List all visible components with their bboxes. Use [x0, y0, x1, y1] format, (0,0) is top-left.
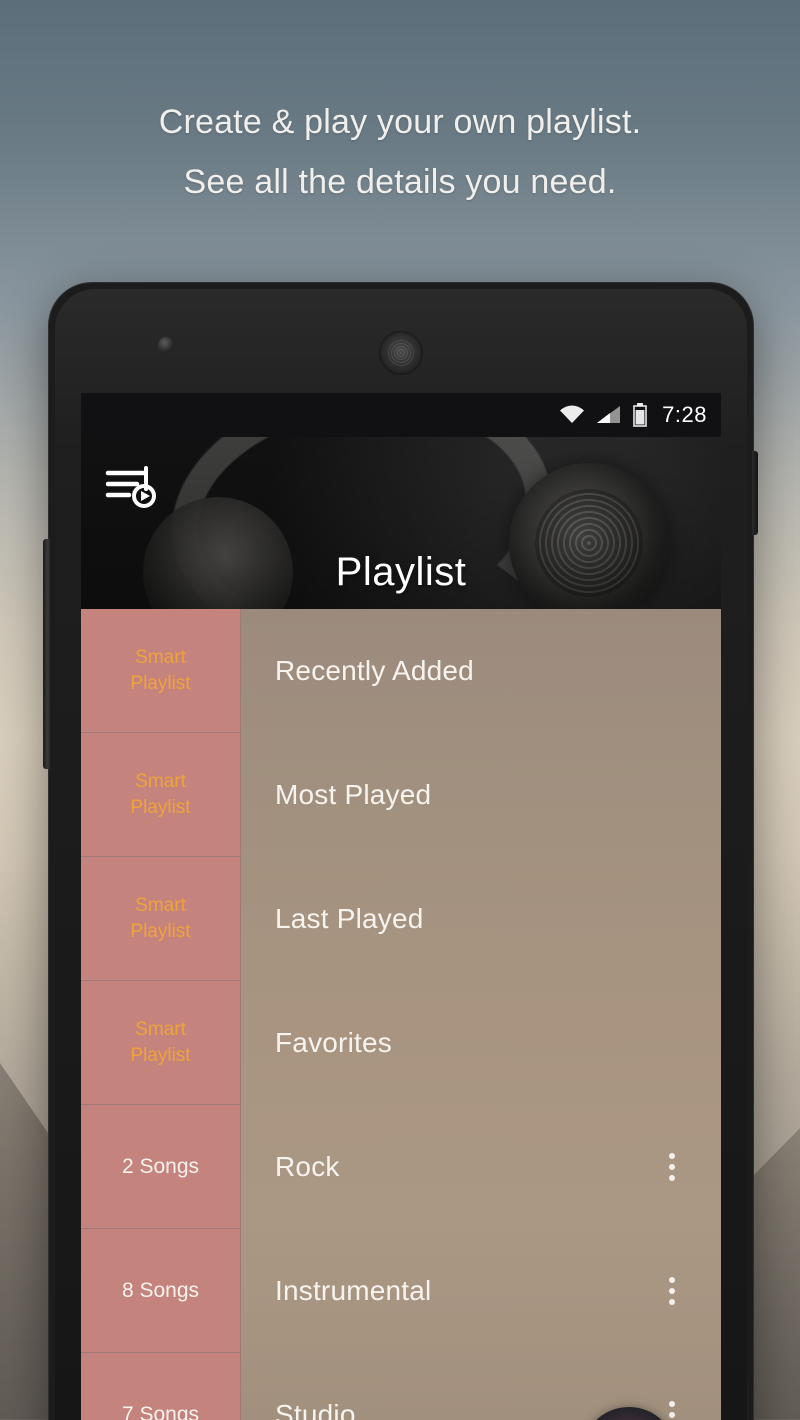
playlist-name: Instrumental: [275, 1275, 432, 1306]
playlist-meta: Smart Playlist: [81, 609, 241, 733]
list-item[interactable]: 7 Songs Studio: [81, 1353, 721, 1420]
playlist-row-main[interactable]: Instrumental: [241, 1229, 721, 1353]
playlist-row-main[interactable]: Favorites: [241, 981, 721, 1105]
playlist-meta-line2: Playlist: [130, 1044, 191, 1066]
signal-icon: [596, 405, 622, 425]
playlist-meta: Smart Playlist: [81, 733, 241, 857]
playlist-name: Last Played: [275, 903, 424, 934]
playlist-meta-line1: Smart: [135, 646, 186, 668]
promo-headline: Create & play your own playlist. See all…: [0, 92, 800, 212]
playlist-meta-line1: Smart: [135, 1018, 186, 1040]
playlist-meta-line1: Smart: [135, 894, 186, 916]
overflow-menu-icon[interactable]: [655, 1274, 689, 1308]
playlist-row-main[interactable]: Recently Added: [241, 609, 721, 733]
playlist-row-main[interactable]: Last Played: [241, 857, 721, 981]
playlist-meta: Smart Playlist: [81, 857, 241, 981]
power-button[interactable]: [752, 451, 758, 535]
phone-device-frame: 7:28 Playlist Smart Playlist Recently Ad…: [43, 282, 758, 1420]
playlist-meta-line1: Smart: [135, 770, 186, 792]
status-bar-clock: 7:28: [662, 402, 707, 427]
playlist-name: Favorites: [275, 1027, 392, 1058]
playlist-row-main[interactable]: Studio: [241, 1353, 721, 1420]
playlist-list[interactable]: Smart Playlist Recently Added Smart Play…: [81, 609, 721, 1420]
playlist-menu-icon[interactable]: [103, 459, 165, 521]
playlist-name: Most Played: [275, 779, 432, 810]
playlist-name: Rock: [275, 1151, 340, 1182]
playlist-meta-line2: Playlist: [130, 796, 191, 818]
playlist-song-count: 7 Songs: [81, 1353, 241, 1420]
wifi-icon: [558, 405, 586, 425]
playlist-meta-line2: Playlist: [130, 672, 191, 694]
playlist-row-main[interactable]: Most Played: [241, 733, 721, 857]
front-camera-icon: [158, 337, 174, 353]
battery-icon: [632, 403, 648, 427]
earpiece-speaker-icon: [379, 331, 423, 375]
overflow-menu-icon[interactable]: [655, 1150, 689, 1184]
list-item[interactable]: Smart Playlist Favorites: [81, 981, 721, 1105]
list-item[interactable]: 2 Songs Rock: [81, 1105, 721, 1229]
status-bar: 7:28: [81, 393, 721, 437]
playlist-name: Recently Added: [275, 655, 474, 686]
playlist-song-count: 2 Songs: [81, 1105, 241, 1229]
volume-button[interactable]: [43, 539, 50, 769]
phone-screen: 7:28 Playlist Smart Playlist Recently Ad…: [81, 393, 721, 1420]
list-item[interactable]: Smart Playlist Most Played: [81, 733, 721, 857]
page-title: Playlist: [335, 550, 467, 594]
playlist-row-main[interactable]: Rock: [241, 1105, 721, 1229]
promo-headline-line2: See all the details you need.: [183, 163, 617, 201]
promo-screenshot: Create & play your own playlist. See all…: [0, 0, 800, 1420]
list-item[interactable]: Smart Playlist Last Played: [81, 857, 721, 981]
list-item[interactable]: Smart Playlist Recently Added: [81, 609, 721, 733]
overflow-menu-icon[interactable]: [655, 1398, 689, 1420]
playlist-meta-line2: Playlist: [130, 920, 191, 942]
list-item[interactable]: 8 Songs Instrumental: [81, 1229, 721, 1353]
playlist-meta: Smart Playlist: [81, 981, 241, 1105]
promo-headline-line1: Create & play your own playlist.: [158, 103, 642, 141]
playlist-song-count: 8 Songs: [81, 1229, 241, 1353]
app-header: Playlist: [81, 437, 721, 609]
